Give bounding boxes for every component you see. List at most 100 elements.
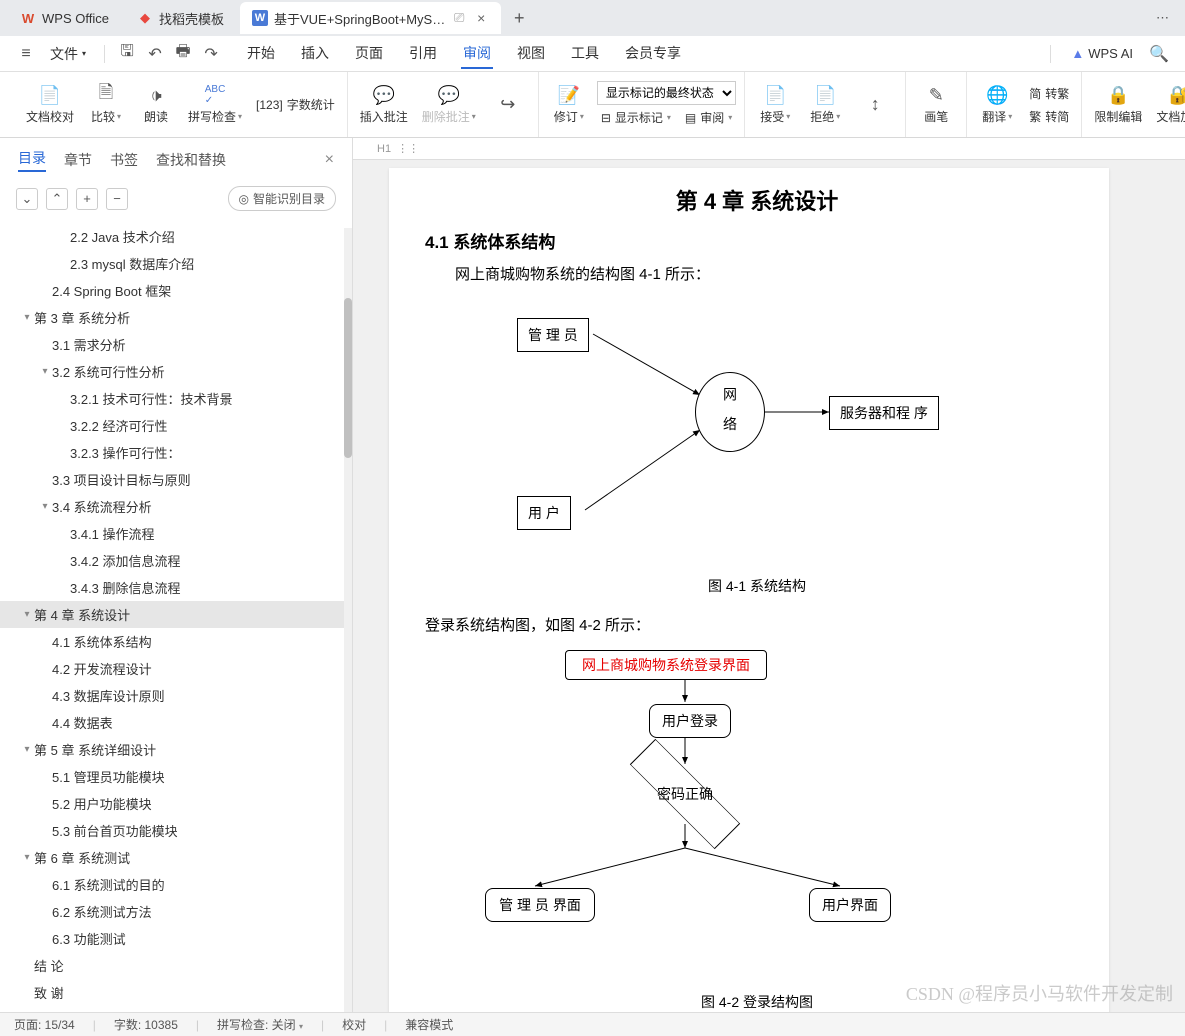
reject-icon: 📄	[814, 84, 836, 106]
save-icon[interactable]: 🖫	[115, 42, 139, 66]
pen-button[interactable]: ✎画笔	[914, 82, 958, 127]
lock-icon: 🔒	[1107, 84, 1129, 106]
show-markup-button[interactable]: ⊟显示标记▾	[597, 107, 675, 128]
menu-tab-reference[interactable]: 引用	[407, 39, 439, 69]
remove-button[interactable]: −	[106, 188, 128, 210]
menu-tab-review[interactable]: 审阅	[461, 39, 493, 69]
paragraph: 登录系统结构图，如图 4-2 所示：	[425, 612, 1089, 641]
review-pane-button[interactable]: ▤审阅▾	[681, 107, 736, 128]
toc-item-label: 第 3 章 系统分析	[34, 308, 130, 327]
toc-item[interactable]: ▾3.4 系统流程分析	[0, 493, 344, 520]
sidebar-tab-chapter[interactable]: 章节	[64, 150, 92, 170]
menu-tab-page[interactable]: 页面	[353, 39, 385, 69]
toc-item[interactable]: ▸3.2.2 经济可行性	[0, 412, 344, 439]
app-tab-document[interactable]: W 基于VUE+SpringBoot+MyS… ⎚ ×	[240, 2, 501, 34]
delete-comment-button: 💬删除批注▾	[418, 82, 480, 127]
menu-tab-start[interactable]: 开始	[245, 39, 277, 69]
revise-button[interactable]: 📝修订▾	[547, 82, 591, 127]
insert-comment-button[interactable]: 💬插入批注	[356, 82, 412, 127]
file-menu[interactable]: 文件▾	[42, 44, 94, 64]
toc-item[interactable]: ▸2.2 Java 技术介绍	[0, 223, 344, 250]
expand-down-button[interactable]: ⌄	[16, 188, 38, 210]
read-aloud-button[interactable]: 🕩朗读	[134, 82, 178, 127]
title-bar: W WPS Office ◆ 找稻壳模板 W 基于VUE+SpringBoot+…	[0, 0, 1185, 36]
title-menu-button[interactable]: ⋯	[1148, 10, 1177, 26]
menu-tab-insert[interactable]: 插入	[299, 39, 331, 69]
figure-caption: 图 4-2 登录结构图	[425, 992, 1089, 1012]
toc-item[interactable]: ▸3.1 需求分析	[0, 331, 344, 358]
app-tab-template[interactable]: ◆ 找稻壳模板	[125, 2, 236, 34]
restrict-edit-button[interactable]: 🔒限制编辑	[1090, 82, 1146, 127]
scrollbar[interactable]	[344, 228, 352, 1012]
toc-item[interactable]: ▸3.4.2 添加信息流程	[0, 547, 344, 574]
chevron-down-icon: ▾	[20, 312, 34, 323]
sidebar-tab-find[interactable]: 查找和替换	[156, 150, 226, 170]
app-tab-wps[interactable]: W WPS Office	[8, 2, 121, 34]
print-icon[interactable]: 🖶	[171, 42, 195, 66]
status-page[interactable]: 页面: 15/34	[14, 1016, 75, 1033]
translate-button[interactable]: 🌐翻译▾	[975, 82, 1019, 127]
toc-item[interactable]: ▾第 5 章 系统详细设计	[0, 736, 344, 763]
to-traditional-button[interactable]: 简转繁	[1025, 83, 1073, 104]
encrypt-button[interactable]: 🔐文档加密	[1152, 82, 1185, 127]
hamburger-icon[interactable]: ≡	[14, 42, 38, 66]
sidebar-tab-bookmark[interactable]: 书签	[110, 150, 138, 170]
toc-item[interactable]: ▸3.4.1 操作流程	[0, 520, 344, 547]
toc-item[interactable]: ▸6.1 系统测试的目的	[0, 871, 344, 898]
toc-item[interactable]: ▸2.4 Spring Boot 框架	[0, 277, 344, 304]
sidebar-tab-toc[interactable]: 目录	[18, 148, 46, 172]
add-button[interactable]: +	[76, 188, 98, 210]
toc-item[interactable]: ▸4.4 数据表	[0, 709, 344, 736]
diamond-password: 密码正确	[625, 764, 745, 824]
wps-ai-button[interactable]: ▲WPS AI	[1071, 46, 1133, 61]
undo-icon[interactable]: ↶	[143, 42, 167, 66]
collapse-up-button[interactable]: ⌃	[46, 188, 68, 210]
toc-item[interactable]: ▸3.2.3 操作可行性：	[0, 439, 344, 466]
close-icon[interactable]: ×	[473, 10, 489, 26]
reject-button[interactable]: 📄拒绝▾	[803, 82, 847, 127]
next-comment-button[interactable]: ↪	[486, 92, 530, 118]
toc-item[interactable]: ▸3.2.1 技术可行性：技术背景	[0, 385, 344, 412]
toc-item[interactable]: ▸结 论	[0, 952, 344, 979]
toc-item[interactable]: ▸4.1 系统体系结构	[0, 628, 344, 655]
status-spellcheck[interactable]: 拼写检查: 关闭 ▾	[217, 1016, 303, 1033]
wordcount-button[interactable]: [123]字数统计	[252, 94, 339, 115]
smart-toc-button[interactable]: ◎智能识别目录	[228, 186, 337, 211]
toc-item[interactable]: ▸4.2 开发流程设计	[0, 655, 344, 682]
toc-item[interactable]: ▸5.2 用户功能模块	[0, 790, 344, 817]
nav-changes-button[interactable]: ↕	[853, 92, 897, 118]
toc-item[interactable]: ▸6.3 功能测试	[0, 925, 344, 952]
menu-tab-view[interactable]: 视图	[515, 39, 547, 69]
toc-item[interactable]: ▾3.2 系统可行性分析	[0, 358, 344, 385]
to-simplified-button[interactable]: 繁转简	[1025, 106, 1073, 127]
close-icon[interactable]: ×	[325, 151, 334, 169]
toc-item-label: 6.3 功能测试	[52, 929, 126, 948]
new-tab-button[interactable]: +	[505, 4, 533, 32]
toc-item[interactable]: ▸致 谢	[0, 979, 344, 1006]
toc-item[interactable]: ▾第 3 章 系统分析	[0, 304, 344, 331]
document-area[interactable]: H1⋮⋮ 第 4 章 系统设计 4.1 系统体系结构 网上商城购物系统的结构图 …	[353, 138, 1185, 1012]
menu-tab-member[interactable]: 会员专享	[623, 39, 683, 69]
toc-item[interactable]: ▾第 6 章 系统测试	[0, 844, 344, 871]
doc-proof-button[interactable]: 📄文档校对	[22, 82, 78, 127]
redo-icon[interactable]: ↷	[199, 42, 223, 66]
toc-item[interactable]: ▸5.3 前台首页功能模块	[0, 817, 344, 844]
toc-item[interactable]: ▾第 4 章 系统设计	[0, 601, 344, 628]
status-wordcount[interactable]: 字数: 10385	[114, 1016, 178, 1033]
toc-item[interactable]: ▸6.2 系统测试方法	[0, 898, 344, 925]
accept-button[interactable]: 📄接受▾	[753, 82, 797, 127]
menu-tab-tools[interactable]: 工具	[569, 39, 601, 69]
figure-caption: 图 4-1 系统结构	[425, 576, 1089, 596]
compare-button[interactable]: 🗎比较▾	[84, 82, 128, 127]
page: 第 4 章 系统设计 4.1 系统体系结构 网上商城购物系统的结构图 4-1 所…	[389, 168, 1109, 1012]
toc-item[interactable]: ▸5.1 管理员功能模块	[0, 763, 344, 790]
toc-item[interactable]: ▸4.3 数据库设计原则	[0, 682, 344, 709]
status-proof[interactable]: 校对	[342, 1016, 366, 1033]
search-icon[interactable]: 🔍	[1147, 42, 1171, 66]
toc-item[interactable]: ▸3.3 项目设计目标与原则	[0, 466, 344, 493]
toc-item[interactable]: ▸3.4.3 删除信息流程	[0, 574, 344, 601]
toc-item[interactable]: ▸2.3 mysql 数据库介绍	[0, 250, 344, 277]
markup-select[interactable]: 显示标记的最终状态	[597, 81, 736, 105]
toc-item[interactable]: ▸参考文献	[0, 1006, 344, 1012]
spellcheck-button[interactable]: ABC✓拼写检查▾	[184, 82, 246, 127]
